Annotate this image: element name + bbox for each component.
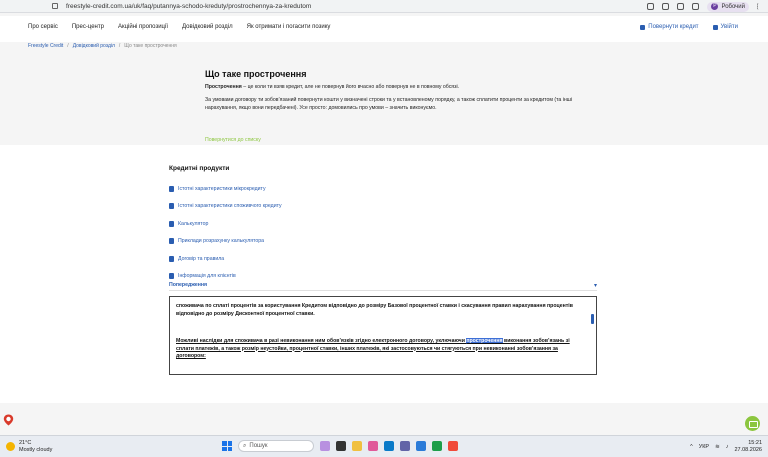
definition-text: – це коли ти взяв кредит, але не поверну… — [241, 84, 460, 90]
weather-sun-icon — [6, 442, 15, 451]
product-link-microcredit[interactable]: Істотні характеристики мікрокредиту — [169, 180, 282, 198]
system-tray: ^ УКР ≋ ♪ 15:21 27.08.2026 — [690, 440, 762, 453]
definition-paragraph: Прострочення – це коли ти взяв кредит, а… — [205, 84, 585, 91]
site-navigation: Про сервіс Прес-центр Акційні пропозиції… — [0, 16, 768, 42]
location-pin-icon[interactable] — [3, 414, 14, 426]
warning-text-box[interactable]: споживача по сплаті процентів за користу… — [169, 296, 597, 375]
chevron-down-icon: ▾ — [593, 283, 597, 289]
warning-paragraph-1: споживача по сплаті процентів за користу… — [176, 303, 573, 317]
login-label: Увійти — [720, 24, 738, 30]
nav-how-to[interactable]: Як отримати і погасити позику — [247, 24, 331, 30]
page-title: Що таке прострочення — [205, 69, 307, 79]
excel-icon[interactable] — [432, 441, 442, 451]
weather-desc: Mostly cloudy — [19, 446, 53, 453]
wallet-icon — [640, 24, 646, 30]
warning-paragraph-2: Можливі наслідки для споживача в разі не… — [176, 338, 580, 361]
app-icon[interactable] — [320, 441, 330, 451]
product-label: Приклади розрахунку калькулятора — [178, 238, 265, 245]
windows-taskbar: 21°C Mostly cloudy ⌕ Пошук ^ УКР ≋ ♪ 15:… — [0, 435, 768, 457]
weather-widget[interactable]: 21°C Mostly cloudy — [6, 440, 52, 453]
warning-label: Попередження — [169, 282, 208, 288]
file-explorer-icon[interactable] — [352, 441, 362, 451]
document-icon — [169, 185, 174, 192]
product-label: Істотні характеристики мікрокредиту — [178, 185, 266, 192]
product-link-consumer-credit[interactable]: Істотні характеристики споживчого кредит… — [169, 198, 282, 216]
clock[interactable]: 15:21 27.08.2026 — [734, 440, 762, 453]
warning-accordion-header[interactable]: Попередження ▾ — [169, 282, 597, 289]
document-icon — [169, 203, 174, 210]
product-label: Істотні характеристики споживчого кредит… — [178, 203, 282, 210]
profile-button[interactable]: Р Робочий — [707, 1, 749, 12]
share-icon[interactable] — [662, 3, 670, 10]
product-link-contract[interactable]: Договір та правила — [169, 250, 282, 268]
profile-avatar: Р — [711, 3, 719, 10]
browser-toolbar: freestyle-credit.com.ua/uk/faq/putannya-… — [0, 0, 768, 13]
products-list: Істотні характеристики мікрокредиту Істо… — [169, 180, 282, 285]
term-bold: Прострочення — [205, 84, 242, 90]
bookmark-star-icon[interactable] — [677, 3, 685, 10]
page-footer-area — [0, 403, 768, 435]
breadcrumb-separator: / — [118, 43, 121, 49]
taskbar-search[interactable]: ⌕ Пошук — [238, 440, 314, 452]
document-icon — [169, 220, 174, 227]
login-icon — [712, 24, 718, 30]
teams-icon[interactable] — [400, 441, 410, 451]
task-view-icon[interactable] — [336, 441, 346, 451]
products-title: Кредитні продукти — [169, 165, 230, 172]
repay-credit-label: Повернути кредит — [648, 24, 699, 30]
nav-promos[interactable]: Акційні пропозиції — [118, 24, 168, 30]
copilot-icon[interactable] — [368, 441, 378, 451]
language-indicator[interactable]: УКР — [699, 444, 709, 450]
nav-press[interactable]: Прес-центр — [72, 24, 104, 30]
edge-icon[interactable] — [384, 441, 394, 451]
downloads-icon[interactable] — [692, 3, 700, 10]
chrome-icon[interactable] — [448, 441, 458, 451]
product-label: Калькулятор — [178, 220, 209, 227]
word-icon[interactable] — [416, 441, 426, 451]
contract-paragraph: За умовами договору ти зобов’язаний пове… — [205, 97, 573, 111]
product-link-calculator[interactable]: Калькулятор — [169, 215, 282, 233]
menu-dots-icon[interactable] — [757, 3, 760, 10]
product-label: Договір та правила — [178, 255, 225, 262]
back-to-list-link[interactable]: Повернутися до списку — [205, 137, 261, 143]
product-label: Інформація для клієнтів — [178, 273, 236, 280]
repay-credit-link[interactable]: Повернути кредит — [640, 24, 699, 30]
search-placeholder: Пошук — [249, 443, 268, 449]
document-icon — [169, 273, 174, 280]
start-button[interactable] — [222, 441, 232, 451]
volume-icon[interactable]: ♪ — [726, 444, 729, 450]
chat-button[interactable] — [745, 416, 760, 431]
chevron-up-icon[interactable]: ^ — [690, 444, 693, 450]
document-icon — [169, 255, 174, 262]
product-link-calc-examples[interactable]: Приклади розрахунку калькулятора — [169, 233, 282, 251]
breadcrumb-separator: / — [67, 43, 69, 49]
selected-text: прострочення — [466, 338, 503, 344]
url-text[interactable]: freestyle-credit.com.ua/uk/faq/putannya-… — [66, 3, 311, 10]
wifi-icon[interactable]: ≋ — [715, 444, 720, 450]
breadcrumb-current: Що таке прострочення — [124, 43, 177, 49]
divider — [169, 290, 597, 291]
search-icon: ⌕ — [243, 442, 247, 449]
login-link[interactable]: Увійти — [712, 24, 738, 30]
site-info-icon[interactable] — [52, 3, 58, 9]
profile-name: Робочий — [721, 3, 745, 10]
document-icon — [169, 238, 174, 245]
breadcrumb-help[interactable]: Довідковий розділ — [73, 43, 115, 49]
nav-about[interactable]: Про сервіс — [28, 24, 58, 30]
address-bar[interactable]: freestyle-credit.com.ua/uk/faq/putannya-… — [52, 0, 642, 12]
warning-text: Можливі наслідки для споживача в разі не… — [176, 338, 467, 344]
nav-help[interactable]: Довідковий розділ — [182, 24, 233, 30]
breadcrumb-home[interactable]: Freestyle Credit — [28, 43, 63, 49]
clock-date: 27.08.2026 — [734, 446, 762, 453]
google-lens-icon[interactable] — [647, 3, 655, 10]
scrollbar-thumb[interactable] — [591, 314, 594, 324]
breadcrumb: Freestyle Credit / Довідковий розділ / Щ… — [28, 43, 177, 49]
